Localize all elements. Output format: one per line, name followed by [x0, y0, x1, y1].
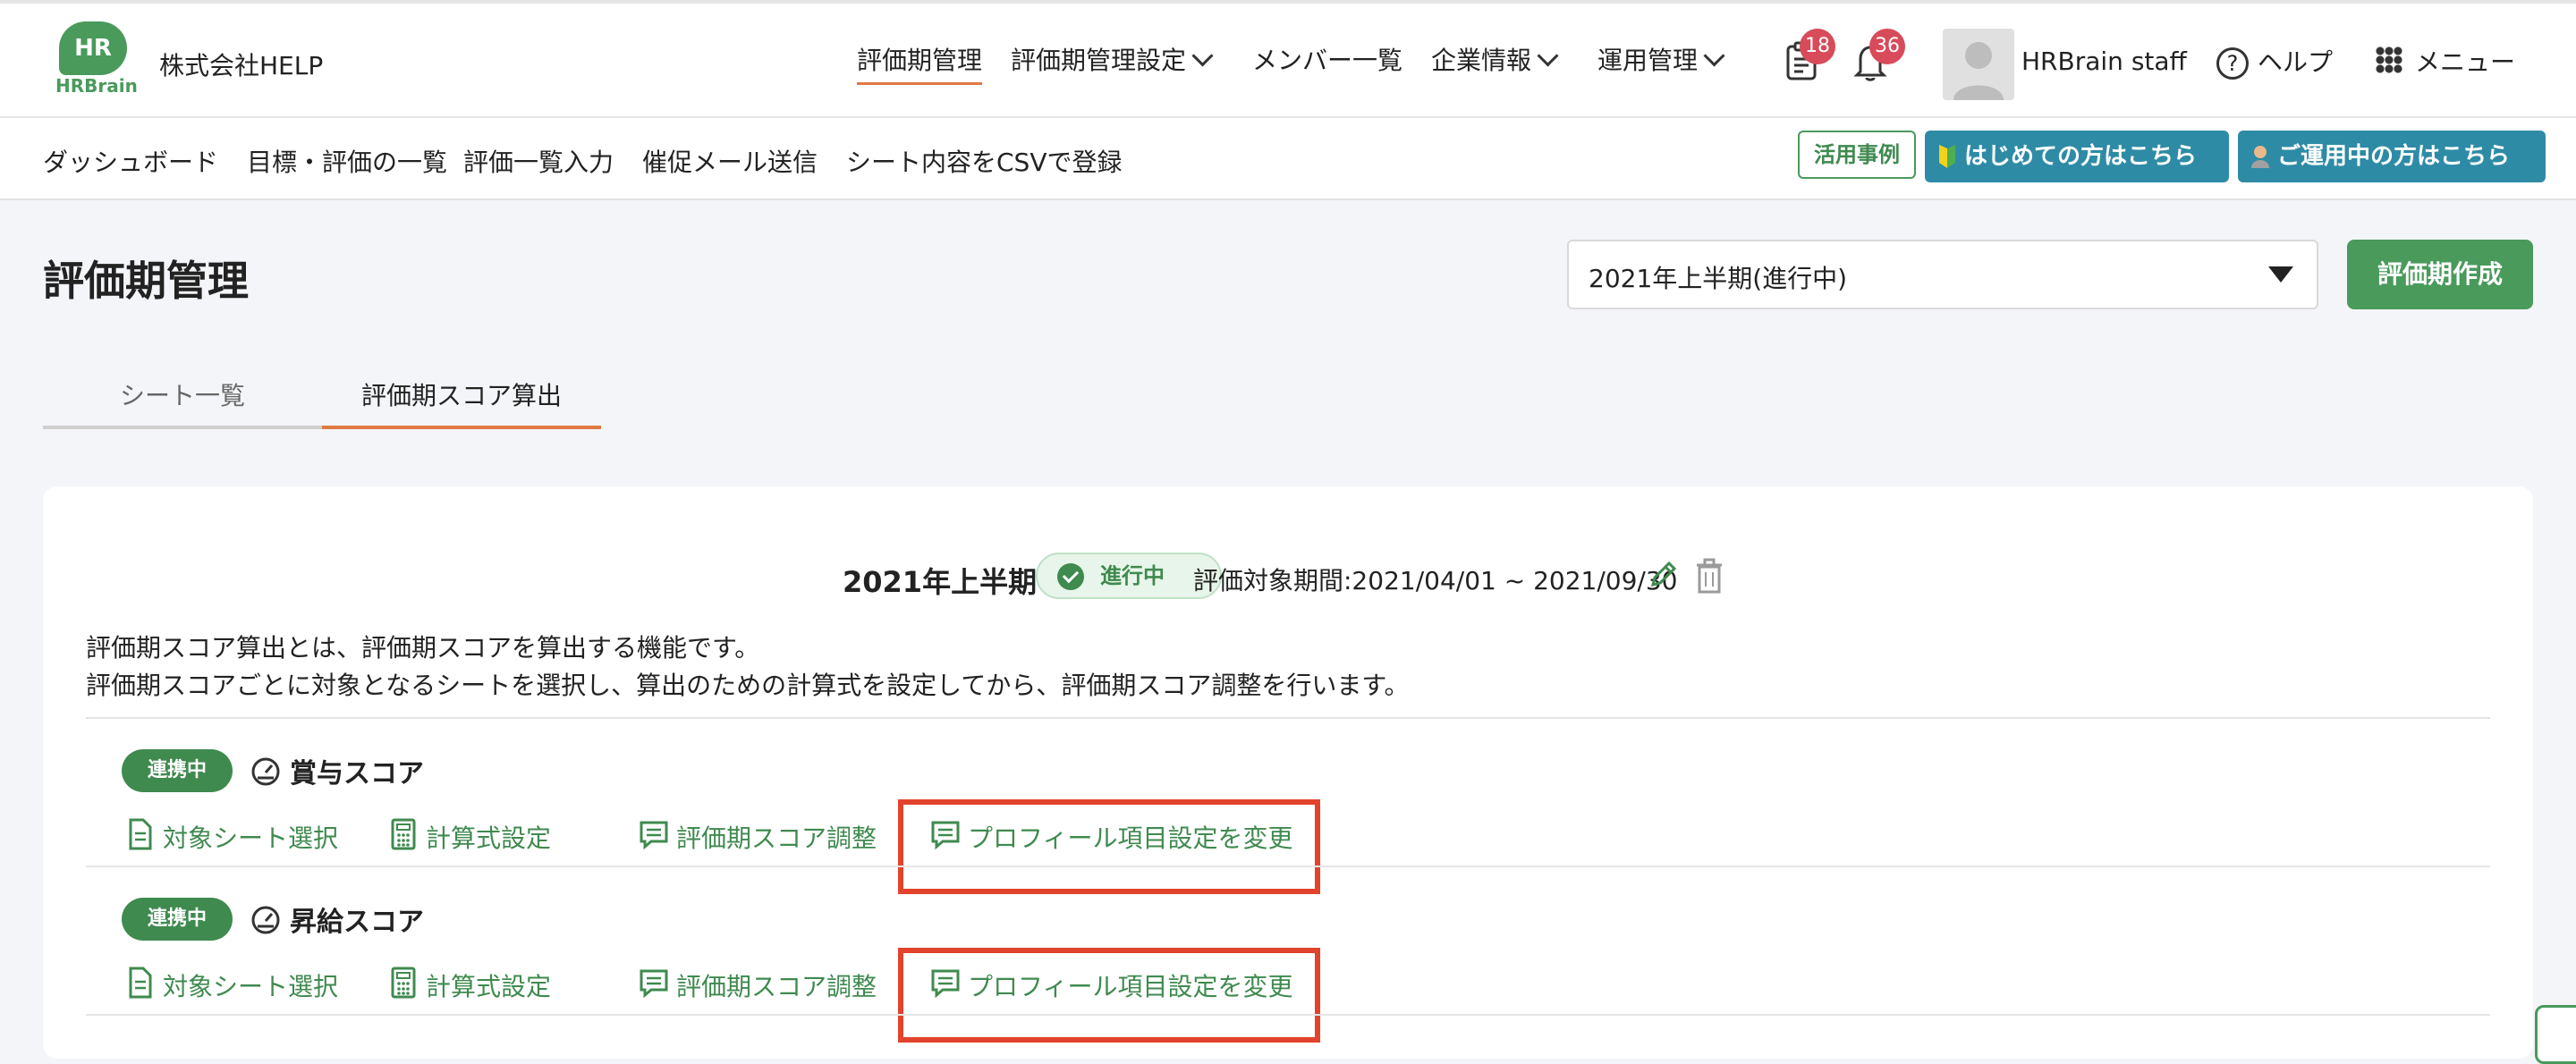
menu-button[interactable]: メニュー — [2376, 43, 2515, 79]
description-line: 評価期スコアごとに対象となるシートを選択し、算出のための計算式を設定してから、評… — [86, 671, 1410, 700]
score-row-bonus: 連携中 賞与スコア 対象シート選択 計算式設定 評価期スコア調整 プロフィール項… — [86, 721, 2490, 894]
subnav-goal-evaluation-list[interactable]: 目標・評価の一覧 — [247, 143, 447, 179]
link-label: 計算式設定 — [426, 823, 552, 853]
select-sheet-link[interactable]: 対象シート選択 — [125, 967, 338, 1003]
help-link[interactable]: ? ヘルプ — [2216, 43, 2333, 80]
logo-bubble: HR — [59, 21, 127, 75]
period-select-value: 2021年上半期(進行中) — [1589, 264, 1848, 293]
help-label: ヘルプ — [2258, 47, 2334, 77]
avatar[interactable] — [1943, 29, 2014, 100]
formula-settings-link[interactable]: 計算式設定 — [388, 967, 551, 1003]
subnav-reminder-mail[interactable]: 催促メール送信 — [642, 143, 818, 179]
hrbrain-logo[interactable]: HR HRBrain — [52, 21, 138, 98]
nav-label: 評価期管理設定 — [1011, 46, 1187, 75]
tab-sheet-list[interactable]: シート一覧 — [43, 367, 322, 429]
divider — [86, 717, 2490, 719]
nav-operations[interactable]: 運用管理 — [1597, 43, 1725, 82]
comment-icon — [640, 969, 668, 999]
formula-settings-link[interactable]: 計算式設定 — [388, 818, 552, 855]
trash-icon[interactable] — [1694, 558, 1724, 594]
period-name: 2021年上半期 — [843, 565, 1038, 599]
document-icon — [129, 967, 152, 999]
divider — [86, 866, 2490, 867]
nav-label: 企業情報 — [1431, 46, 1532, 75]
pencil-icon[interactable] — [1648, 558, 1680, 590]
case-study-button[interactable]: 活用事例 — [1798, 131, 1916, 179]
chevron-down-icon — [1191, 45, 1214, 67]
chevron-down-icon — [1537, 45, 1559, 67]
tab-period-score[interactable]: 評価期スコア算出 — [322, 367, 601, 429]
nav-label: 運用管理 — [1597, 46, 1699, 75]
subnav-dashboard[interactable]: ダッシュボード — [43, 143, 218, 179]
divider — [86, 1014, 2490, 1016]
side-help-tab[interactable] — [2535, 1005, 2576, 1064]
page-title: 評価期管理 — [43, 257, 249, 305]
gauge-icon — [251, 757, 280, 786]
score-adjust-link[interactable]: 評価期スコア調整 — [639, 819, 877, 855]
user-name[interactable]: HRBrain staff — [2021, 46, 2187, 76]
linked-chip: 連携中 — [122, 749, 233, 792]
user-icon — [1953, 42, 2004, 100]
logo-wordmark: HRBrain — [55, 75, 138, 97]
beginners-label: はじめての方はこちら — [1964, 143, 2198, 170]
link-label: 計算式設定 — [426, 972, 552, 1001]
nav-company-info[interactable]: 企業情報 — [1431, 43, 1559, 82]
top-header: HR HRBrain 株式会社HELP 評価期管理 評価期管理設定 メンバー一覧… — [0, 0, 2576, 118]
link-label: 対象シート選択 — [163, 823, 339, 853]
period-header: 2021年上半期 進行中 評価対象期間:2021/04/01 ~ 2021/09… — [43, 553, 2533, 603]
description-line: 評価期スコア算出とは、評価期スコアを算出する機能です。 — [86, 633, 760, 663]
notifications-count-badge: 36 — [1869, 29, 1905, 64]
comment-icon — [640, 821, 668, 850]
tasks-count-badge: 18 — [1800, 29, 1835, 64]
linked-chip: 連携中 — [122, 898, 233, 941]
score-name: 賞与スコア — [290, 758, 424, 790]
evaluation-range: 評価対象期間:2021/04/01 ~ 2021/09/30 — [1193, 566, 1678, 595]
current-users-button[interactable]: ご運用中の方はこちら — [2238, 131, 2546, 182]
menu-label: メニュー — [2415, 47, 2516, 77]
nav-member-list[interactable]: メンバー一覧 — [1252, 43, 1402, 82]
select-sheet-link[interactable]: 対象シート選択 — [125, 818, 339, 855]
document-icon — [129, 818, 152, 850]
chevron-down-icon — [1703, 45, 1725, 67]
description: 評価期スコア算出とは、評価期スコアを算出する機能です。 評価期スコアごとに対象と… — [86, 629, 1410, 705]
highlight-box — [898, 948, 1320, 1043]
tasks-button[interactable]: 18 — [1784, 29, 1835, 82]
company-name: 株式会社HELP — [159, 51, 324, 80]
question-icon: ? — [2216, 47, 2249, 80]
gauge-icon — [251, 906, 280, 934]
score-row-raise: 連携中 昇給スコア 対象シート選択 計算式設定 評価期スコア調整 プロフィール項… — [86, 869, 2490, 1043]
create-period-button[interactable]: 評価期作成 — [2347, 240, 2533, 309]
tabs: シート一覧 評価期スコア算出 — [43, 367, 601, 429]
nav-evaluation-settings[interactable]: 評価期管理設定 — [1011, 43, 1214, 82]
beginners-button[interactable]: はじめての方はこちら — [1925, 131, 2229, 182]
sub-nav: ダッシュボード 目標・評価の一覧 評価一覧入力 催促メール送信 シート内容をCS… — [0, 118, 2576, 200]
caret-down-icon — [2268, 266, 2293, 283]
nav-label: 評価期管理 — [857, 46, 983, 75]
subnav-evaluation-input[interactable]: 評価一覧入力 — [463, 143, 614, 179]
notifications-button[interactable]: 36 — [1853, 29, 1905, 82]
link-label: 対象シート選択 — [163, 972, 339, 1001]
subnav-csv-import[interactable]: シート内容をCSVで登録 — [846, 143, 1122, 179]
score-card: 2021年上半期 進行中 評価対象期間:2021/04/01 ~ 2021/09… — [43, 486, 2533, 1059]
beginner-mark-icon — [1939, 145, 1955, 168]
check-circle-icon — [1057, 563, 1084, 590]
calculator-icon — [391, 967, 416, 999]
grid-icon — [2376, 46, 2402, 73]
status-label: 進行中 — [1100, 563, 1165, 588]
nav-evaluation-period[interactable]: 評価期管理 — [857, 43, 983, 85]
score-adjust-link[interactable]: 評価期スコア調整 — [639, 967, 877, 1003]
score-name: 昇給スコア — [290, 907, 424, 938]
current-users-label: ご運用中の方はこちら — [2277, 143, 2511, 170]
nav-label: メンバー一覧 — [1252, 46, 1403, 75]
calculator-icon — [391, 818, 416, 850]
period-select[interactable]: 2021年上半期(進行中) — [1567, 240, 2318, 309]
link-label: 評価期スコア調整 — [676, 823, 877, 853]
link-label: 評価期スコア調整 — [676, 972, 877, 1001]
person-icon — [2251, 146, 2269, 168]
